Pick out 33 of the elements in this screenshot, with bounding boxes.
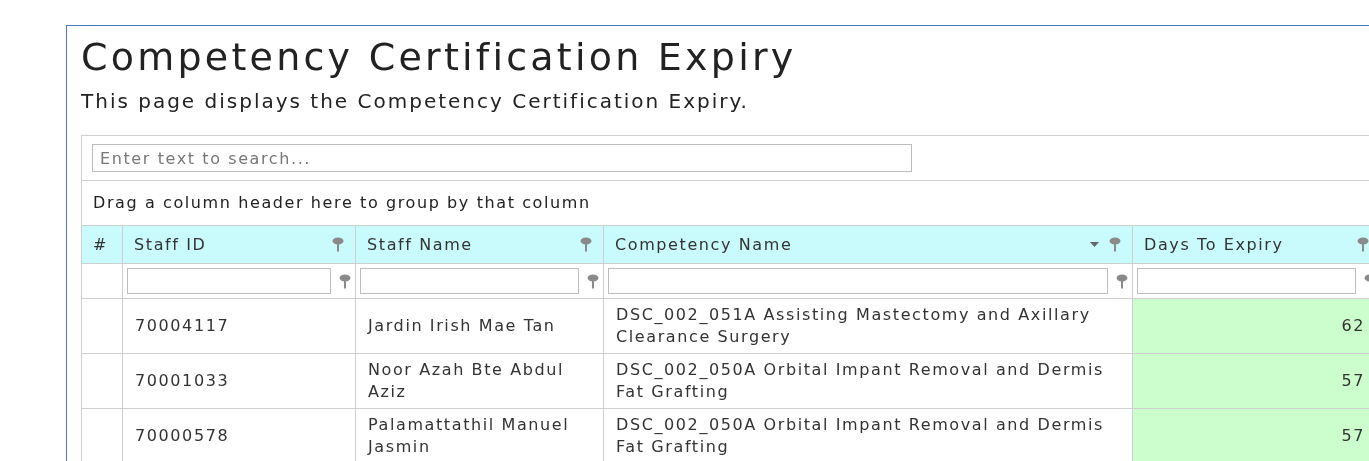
column-filter-field[interactable] bbox=[1137, 268, 1356, 294]
column-header[interactable]: Staff Name bbox=[356, 226, 604, 263]
filter-pin-icon[interactable] bbox=[332, 237, 344, 252]
column-header[interactable]: Competency Name bbox=[604, 226, 1133, 263]
page-title: Competency Certification Expiry bbox=[81, 36, 798, 78]
table-cell-text: Noor Azah Bte Abdul Aziz bbox=[368, 359, 565, 403]
table-cell-text: DSC_002_050A Orbital Impant Removal and Dermis Fat Grafting bbox=[616, 359, 1105, 403]
column-filter-field[interactable] bbox=[608, 268, 1108, 294]
group-panel-hint: Drag a column header here to group by that column bbox=[93, 192, 591, 214]
page-description: This page displays the Competency Certification Expiry. bbox=[81, 88, 750, 115]
column-filter-field[interactable] bbox=[127, 268, 331, 294]
days-cell: 57 bbox=[1133, 409, 1369, 461]
table-cell: Jardin Irish Mae Tan bbox=[368, 315, 556, 337]
table-cell-text: Palamattathil Manuel Jasmin bbox=[368, 414, 571, 458]
table-cell: 70000578 bbox=[135, 425, 230, 447]
search-field[interactable]: Enter text to search... bbox=[92, 144, 912, 172]
filter-pin-icon[interactable] bbox=[1357, 237, 1369, 252]
table-cell: 70004117 bbox=[135, 315, 230, 337]
filter-pin-icon[interactable] bbox=[587, 273, 599, 289]
table-cell-text: DSC_002_051A Assisting Mastectomy and Axillary Clearance Surgery bbox=[616, 304, 1092, 348]
days-cell: 57 bbox=[1133, 354, 1369, 408]
column-filter-field[interactable] bbox=[360, 268, 579, 294]
column-header[interactable]: # bbox=[82, 226, 123, 263]
filter-pin-icon[interactable] bbox=[1109, 237, 1121, 252]
column-header[interactable]: Days To Expiry bbox=[1133, 226, 1369, 263]
filter-pin-icon[interactable] bbox=[580, 237, 592, 252]
filter-pin-icon[interactable] bbox=[1116, 273, 1128, 289]
table-cell-text: DSC_002_050A Orbital Impant Removal and Dermis Fat Grafting bbox=[616, 414, 1105, 458]
filter-pin-icon[interactable] bbox=[339, 273, 351, 289]
sort-caret-icon bbox=[1090, 242, 1099, 247]
days-cell: 62 bbox=[1133, 299, 1369, 353]
column-header[interactable]: Staff ID bbox=[123, 226, 356, 263]
table-cell: 70001033 bbox=[135, 370, 230, 392]
